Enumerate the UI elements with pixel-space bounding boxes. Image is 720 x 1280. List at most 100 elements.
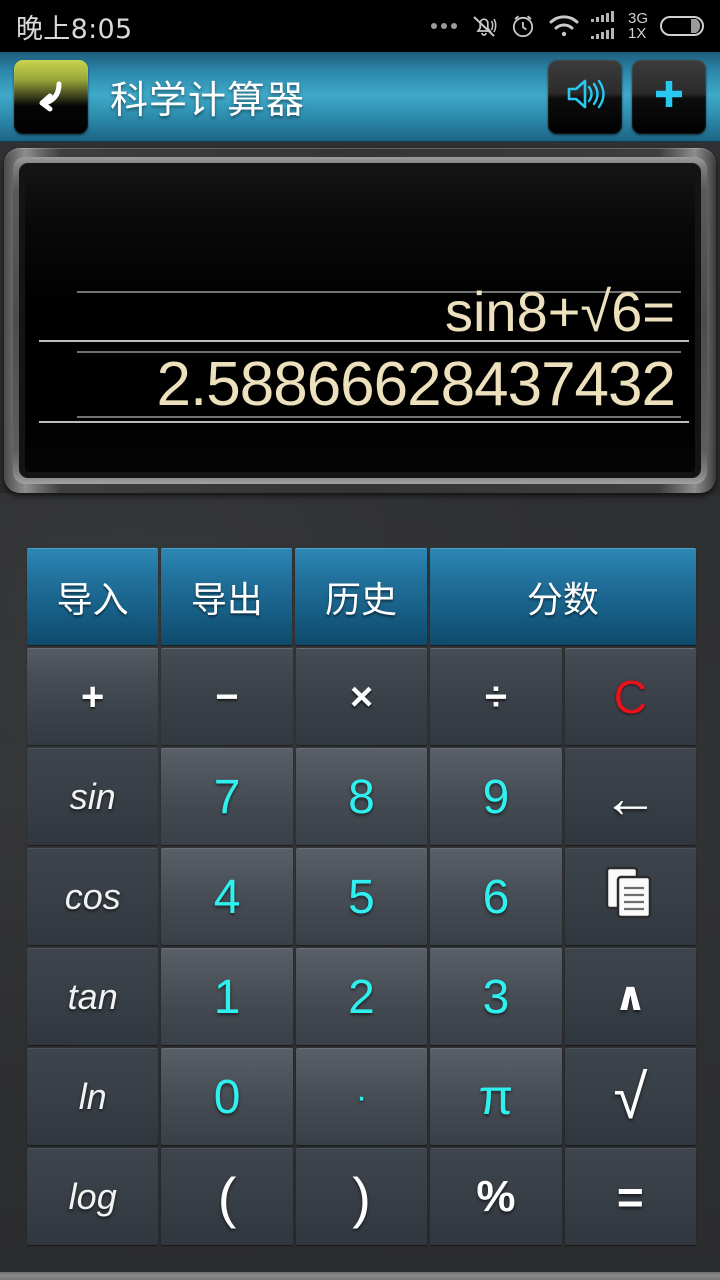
status-bar: 晚上8:05 3G 1X	[0, 0, 720, 52]
bottom-strip	[0, 1272, 720, 1280]
keypad-row: tan 1 2 3 ∧	[27, 948, 697, 1045]
key-history[interactable]: 历史	[295, 548, 427, 645]
key-9-label: 9	[482, 770, 510, 824]
key-fraction-label: 分数	[526, 580, 599, 621]
key-fraction[interactable]: 分数	[429, 548, 697, 645]
signal-bars-icon: 3G 1X	[590, 9, 648, 42]
title-actions	[548, 59, 706, 134]
key-export[interactable]: 导出	[161, 548, 293, 645]
result-text: 2.58866628437432	[156, 350, 676, 419]
network-primary-label: 3G	[627, 9, 648, 27]
network-secondary-label: 1X	[627, 25, 647, 42]
key-2-label: 2	[348, 970, 375, 1024]
key-divide-label: ÷	[484, 674, 507, 719]
keypad: 导入 导出 历史 分数 + − × ÷ Csin 7 8 9 ← cos 4 5 6 tan 1 2 3 ∧ ln 0 · π √ l…	[27, 548, 697, 1245]
key-5-label: 5	[348, 870, 375, 924]
sqrt-glyph: √	[613, 1062, 648, 1132]
key-import-label: 导入	[56, 580, 129, 621]
key-0-label: 0	[213, 1070, 241, 1124]
key-ln-label: ln	[78, 1076, 107, 1117]
key-clear-label: C	[613, 671, 647, 723]
key-paren-open[interactable]: (	[161, 1148, 293, 1245]
sound-button[interactable]	[548, 59, 622, 134]
key-1-label: 1	[213, 970, 241, 1024]
key-sin-label: sin	[69, 776, 116, 817]
key-7-label: 7	[213, 770, 241, 824]
back-arrow-icon	[29, 72, 73, 121]
key-minus-label: −	[215, 674, 239, 719]
key-export-label: 导出	[190, 580, 263, 621]
key-sqrt[interactable]: √	[564, 1048, 697, 1145]
key-8[interactable]: 8	[295, 748, 428, 845]
key-7[interactable]: 7	[161, 748, 293, 845]
key-backspace[interactable]: ←	[564, 748, 697, 845]
key-backspace-label: ←	[602, 765, 659, 829]
add-button[interactable]	[632, 59, 706, 134]
speaker-icon	[563, 72, 607, 121]
key-4[interactable]: 4	[161, 848, 293, 945]
expression-text: sin8+√6=	[444, 280, 675, 343]
key-paren-open-label: (	[217, 1165, 237, 1229]
key-5[interactable]: 5	[295, 848, 428, 945]
key-0[interactable]: 0	[161, 1048, 293, 1145]
key-3[interactable]: 3	[430, 948, 562, 1045]
key-copy[interactable]	[564, 848, 697, 945]
key-clear[interactable]: C	[564, 648, 697, 745]
key-equals-label: =	[616, 1171, 644, 1223]
key-decimal[interactable]: ·	[295, 1048, 428, 1145]
key-plus[interactable]: +	[27, 648, 159, 745]
display-bezel: sin8+√6= 2.58866628437432	[13, 157, 707, 484]
key-1[interactable]: 1	[161, 948, 293, 1045]
key-cos-label: cos	[64, 876, 121, 917]
display-screen[interactable]: sin8+√6= 2.58866628437432	[25, 169, 695, 472]
key-equals[interactable]: =	[564, 1148, 697, 1245]
key-pi-label: π	[478, 1069, 514, 1125]
status-icons: 3G 1X	[430, 9, 706, 42]
back-button[interactable]	[14, 59, 88, 134]
display-inner[interactable]: sin8+√6= 2.58866628437432	[19, 163, 701, 478]
key-multiply[interactable]: ×	[295, 648, 428, 745]
wifi-icon	[549, 13, 579, 39]
key-tan-label: tan	[67, 976, 118, 1017]
key-tan[interactable]: tan	[27, 948, 159, 1045]
plus-icon	[649, 74, 689, 119]
key-multiply-label: ×	[349, 674, 374, 719]
title-bar: 科学计算器	[0, 52, 720, 142]
key-9[interactable]: 9	[430, 748, 562, 845]
alarm-clock-icon	[509, 12, 537, 40]
key-8-label: 8	[348, 770, 375, 824]
key-power[interactable]: ∧	[564, 948, 697, 1045]
page-title: 科学计算器	[110, 78, 306, 122]
key-divide[interactable]: ÷	[430, 648, 562, 745]
keypad-row: 导入 导出 历史 分数	[27, 548, 697, 645]
key-2[interactable]: 2	[295, 948, 428, 1045]
key-plus-label: +	[81, 674, 105, 719]
display-panel: sin8+√6= 2.58866628437432	[4, 148, 716, 493]
key-6[interactable]: 6	[430, 848, 562, 945]
key-6-label: 6	[482, 870, 510, 924]
battery-icon	[660, 14, 706, 38]
key-log[interactable]: log	[27, 1148, 159, 1245]
key-paren-close[interactable]: )	[295, 1148, 428, 1245]
key-cos[interactable]: cos	[27, 848, 159, 945]
more-dots-icon	[430, 23, 457, 29]
key-minus[interactable]: −	[161, 648, 293, 745]
key-decimal-label: ·	[355, 1077, 368, 1116]
key-percent-label: %	[476, 1172, 516, 1221]
key-power-label: ∧	[614, 975, 647, 1019]
key-sin[interactable]: sin	[27, 748, 159, 845]
keypad-row: + − × ÷ C	[27, 648, 697, 745]
keypad-row: log ()% =	[27, 1148, 697, 1245]
key-3-label: 3	[482, 970, 510, 1024]
key-import[interactable]: 导入	[27, 548, 159, 645]
key-pi[interactable]: π	[430, 1048, 562, 1145]
vibrate-off-icon	[471, 12, 497, 40]
status-clock: 晚上8:05	[16, 13, 133, 45]
keypad-row: sin 7 8 9 ←	[27, 748, 697, 845]
key-percent[interactable]: %	[430, 1148, 562, 1245]
key-paren-close-label: )	[352, 1165, 371, 1229]
display-rule-5	[39, 421, 689, 423]
key-4-label: 4	[213, 870, 241, 924]
key-history-label: 历史	[325, 580, 398, 621]
key-ln[interactable]: ln	[27, 1048, 159, 1145]
